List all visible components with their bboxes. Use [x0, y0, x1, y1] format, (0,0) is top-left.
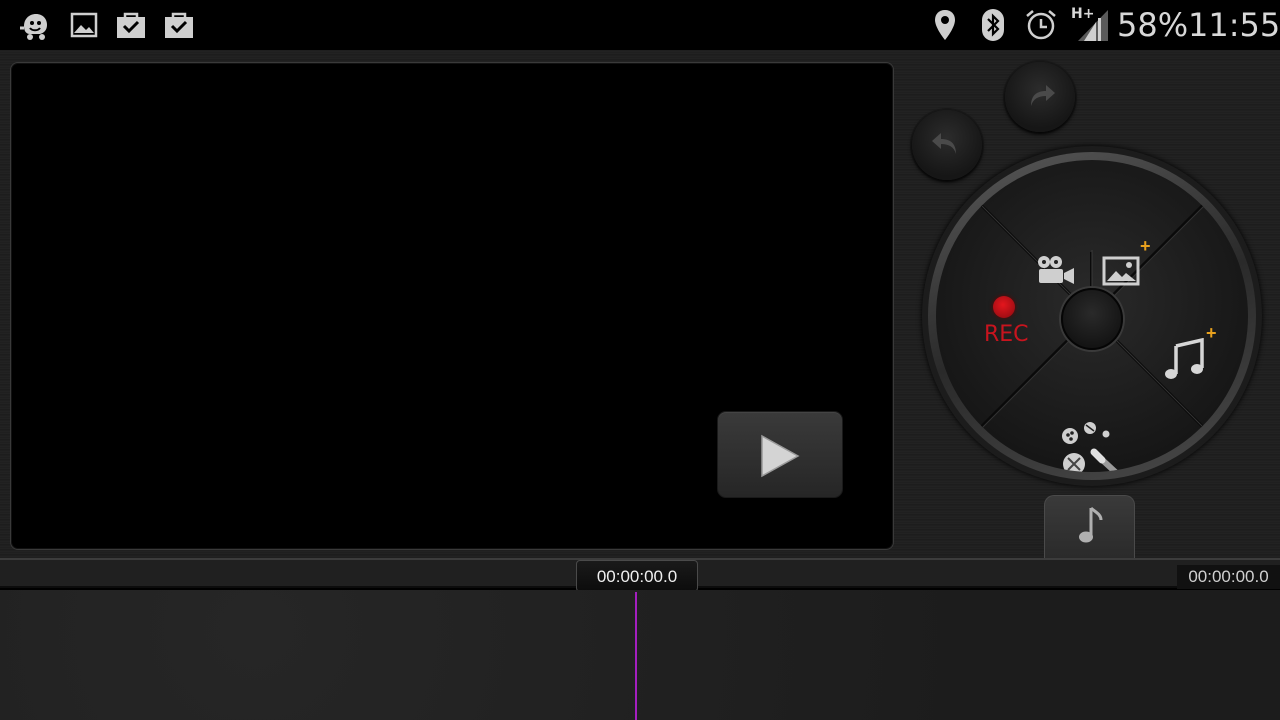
add-image-button[interactable] — [1102, 256, 1142, 288]
undo-icon — [932, 133, 956, 154]
music-note-icon — [1165, 337, 1204, 379]
shopping-bag-check-icon — [117, 12, 145, 38]
waze-icon — [20, 14, 47, 40]
dial-center-button[interactable] — [1061, 288, 1123, 350]
playhead[interactable] — [635, 592, 637, 720]
play-icon — [761, 434, 800, 478]
clock: 11:55 — [1188, 6, 1280, 44]
editor-area: + + REC — [0, 50, 1280, 560]
current-time-display: 00:00:00.0 — [576, 560, 698, 592]
effects-button[interactable] — [1060, 422, 1132, 472]
add-image-plus-icon: + — [1140, 236, 1151, 256]
music-note-icon — [1079, 506, 1103, 543]
location-pin-icon — [935, 10, 955, 40]
record-dot-icon — [993, 296, 1015, 318]
record-button[interactable]: REC — [976, 290, 1036, 350]
alarm-clock-icon — [1026, 10, 1056, 40]
play-button[interactable] — [717, 411, 843, 498]
action-dial: + + REC — [936, 160, 1248, 472]
redo-button[interactable] — [1005, 62, 1075, 132]
audio-tab[interactable] — [1044, 495, 1135, 560]
video-camera-icon — [1038, 256, 1074, 284]
bluetooth-icon — [982, 9, 1004, 41]
video-preview[interactable] — [10, 62, 894, 550]
image-icon — [1102, 256, 1140, 286]
add-video-button[interactable] — [1034, 254, 1082, 290]
add-music-plus-icon: + — [1206, 323, 1217, 343]
add-music-button[interactable] — [1164, 337, 1208, 384]
timeline-track-area[interactable] — [0, 590, 1280, 720]
network-type: H+ — [1071, 6, 1095, 22]
shopping-bag-check-icon — [165, 12, 193, 38]
gallery-icon — [70, 12, 98, 38]
effects-wand-icon — [1062, 422, 1120, 472]
status-bar: H+ 58% 11:55 — [0, 0, 1280, 50]
redo-icon — [1031, 85, 1055, 106]
total-time-display: 00:00:00.0 — [1177, 565, 1280, 589]
battery-percent: 58% — [1117, 6, 1189, 44]
record-label: REC — [984, 322, 1029, 347]
